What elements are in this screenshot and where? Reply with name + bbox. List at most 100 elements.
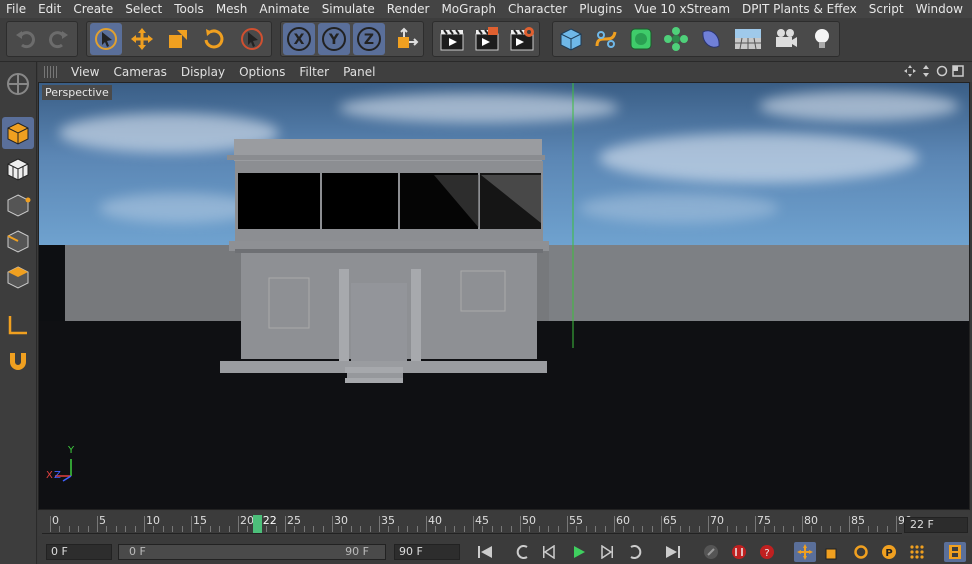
- coordinate-system-button[interactable]: [390, 23, 422, 55]
- timeline-ticks[interactable]: 05101520253035404550556065707580859022: [42, 514, 912, 534]
- undo-button[interactable]: [10, 23, 42, 55]
- timeline-ruler[interactable]: 05101520253035404550556065707580859022 2…: [38, 511, 972, 536]
- play-button[interactable]: [568, 542, 590, 562]
- menu-script[interactable]: Script: [863, 0, 910, 18]
- menu-animate[interactable]: Animate: [253, 0, 315, 18]
- menu-character[interactable]: Character: [502, 0, 573, 18]
- ruler-minor-tick: [839, 526, 841, 532]
- menu-create[interactable]: Create: [67, 0, 119, 18]
- render-view-button[interactable]: [436, 23, 468, 55]
- light-button[interactable]: [806, 23, 838, 55]
- autokeying-button[interactable]: ?: [756, 542, 778, 562]
- menu-mograph[interactable]: MoGraph: [435, 0, 502, 18]
- start-frame-field[interactable]: 0 F: [46, 544, 112, 560]
- spline-button[interactable]: [590, 23, 622, 55]
- key-point-level-button[interactable]: [906, 542, 928, 562]
- previous-key-button[interactable]: [512, 542, 534, 562]
- model-mode-button[interactable]: [2, 117, 34, 149]
- menu-vue-10-xstream[interactable]: Vue 10 xStream: [628, 0, 736, 18]
- x-axis-lock-button[interactable]: X: [283, 23, 315, 55]
- go-to-end-button[interactable]: [662, 542, 684, 562]
- menu-render[interactable]: Render: [381, 0, 436, 18]
- menu-mesh[interactable]: Mesh: [210, 0, 254, 18]
- menu-plugins[interactable]: Plugins: [573, 0, 628, 18]
- key-parameter-icon: P: [882, 545, 896, 559]
- key-parameter-button[interactable]: P: [878, 542, 900, 562]
- points-mode-button[interactable]: [2, 189, 34, 221]
- menu-select[interactable]: Select: [119, 0, 168, 18]
- ruler-minor-tick: [501, 526, 503, 532]
- key-position-button[interactable]: [794, 542, 816, 562]
- rotate-tool-button[interactable]: [198, 23, 230, 55]
- record-active-objects-button[interactable]: [728, 542, 750, 562]
- menu-simulate[interactable]: Simulate: [316, 0, 381, 18]
- array-button[interactable]: [660, 23, 692, 55]
- maximize-view-icon[interactable]: [952, 65, 964, 77]
- deformer-button[interactable]: [695, 23, 727, 55]
- scale-tool-button[interactable]: [162, 23, 194, 55]
- redo-button[interactable]: [42, 23, 74, 55]
- polygons-mode-button[interactable]: [2, 261, 34, 293]
- viewport-menu-filter[interactable]: Filter: [292, 65, 336, 79]
- y-axis-lock-icon: Y: [322, 27, 346, 51]
- menu-dpit-plants-effex[interactable]: DPIT Plants & Effex: [736, 0, 863, 18]
- timeline-scheme-button[interactable]: [944, 542, 966, 562]
- playhead[interactable]: [252, 515, 262, 533]
- cube-button[interactable]: [555, 23, 587, 55]
- last-tool-button[interactable]: [236, 23, 268, 55]
- perspective-viewport[interactable]: Perspective Y X Z: [38, 82, 970, 510]
- menu-window[interactable]: Window: [910, 0, 969, 18]
- previous-frame-icon: [543, 545, 555, 559]
- viewport-menu-panel[interactable]: Panel: [336, 65, 382, 79]
- ruler-minor-tick: [50, 516, 51, 532]
- svg-text:Y: Y: [328, 32, 340, 48]
- ruler-minor-tick: [689, 526, 691, 532]
- texture-mode-button[interactable]: [2, 153, 34, 185]
- autokey-link-button[interactable]: [700, 542, 722, 562]
- viewport-menu-options[interactable]: Options: [232, 65, 292, 79]
- current-frame-field[interactable]: 22 F: [904, 517, 968, 533]
- previous-frame-button[interactable]: [538, 542, 560, 562]
- panel-grip-icon[interactable]: [44, 66, 58, 78]
- scene-floor-button[interactable]: [732, 23, 764, 55]
- end-frame-field[interactable]: 90 F: [394, 544, 460, 560]
- viewport-menu-cameras[interactable]: Cameras: [106, 65, 173, 79]
- model-mode-icon: [7, 122, 29, 145]
- polygons-mode-icon: [7, 266, 29, 289]
- snap-magnet-button[interactable]: [2, 345, 34, 377]
- key-scale-button[interactable]: [822, 542, 844, 562]
- pan-view-icon[interactable]: [904, 65, 916, 77]
- zoom-view-icon[interactable]: [920, 65, 932, 77]
- z-axis-lock-button[interactable]: Z: [353, 23, 385, 55]
- go-to-start-button[interactable]: [474, 542, 496, 562]
- live-selection-button[interactable]: [90, 23, 122, 55]
- render-picture-viewer-button[interactable]: [471, 23, 503, 55]
- preview-range-slider[interactable]: 0 F 90 F: [118, 544, 386, 560]
- rotate-view-icon[interactable]: [936, 65, 948, 77]
- ruler-tick-label: 45: [475, 514, 489, 527]
- render-settings-button[interactable]: [506, 23, 538, 55]
- coordinate-system-icon: [398, 27, 419, 48]
- key-rotation-button[interactable]: [850, 542, 872, 562]
- next-key-button[interactable]: [624, 542, 646, 562]
- edges-mode-button[interactable]: [2, 225, 34, 257]
- nurbs-button[interactable]: [625, 23, 657, 55]
- light-icon: [815, 29, 829, 48]
- viewport-menu-display[interactable]: Display: [174, 65, 232, 79]
- ruler-minor-tick: [867, 526, 869, 532]
- next-frame-button[interactable]: [596, 542, 618, 562]
- menu-file[interactable]: File: [0, 0, 32, 18]
- viewport-menu-view[interactable]: View: [64, 65, 106, 79]
- ruler-tick-label: 55: [569, 514, 583, 527]
- move-tool-button[interactable]: [126, 23, 158, 55]
- ruler-tick-label: 65: [663, 514, 677, 527]
- menu-tools[interactable]: Tools: [168, 0, 210, 18]
- axis-mode-button[interactable]: [2, 309, 34, 341]
- menu-edit[interactable]: Edit: [32, 0, 67, 18]
- y-axis-lock-button[interactable]: Y: [318, 23, 350, 55]
- camera-button[interactable]: [770, 23, 802, 55]
- ruler-minor-tick: [585, 526, 587, 532]
- ruler-minor-tick: [444, 526, 446, 532]
- ruler-minor-tick: [162, 526, 164, 532]
- make-editable-button[interactable]: [2, 68, 34, 100]
